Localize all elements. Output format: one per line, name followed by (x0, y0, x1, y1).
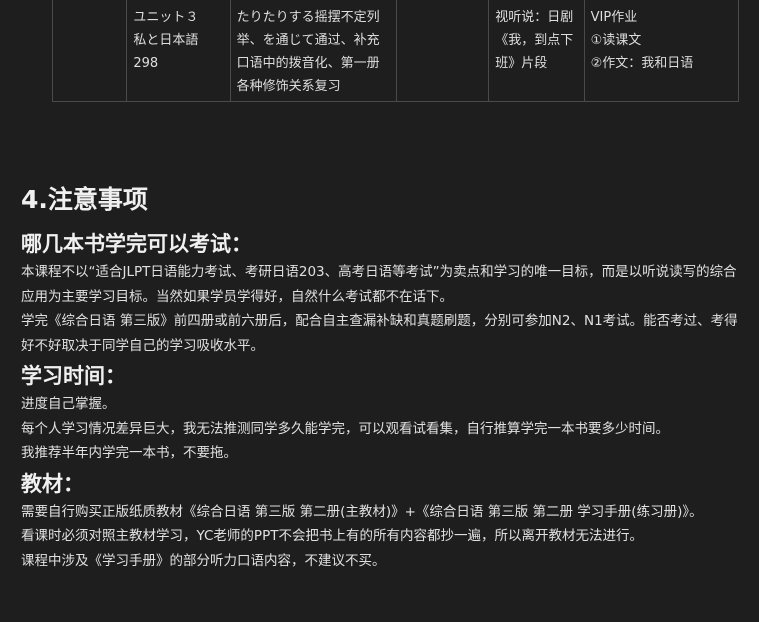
schedule-table: ユニット３ 私と日本語 298 たりたりする摇摆不定列举、を通じて通过、补充口语… (51, 0, 740, 102)
paragraph: 本课程不以“适合JLPT日语能力考试、考研日语203、高考日语等考试”为卖点和学… (21, 264, 737, 305)
materials-heading: 教材： (21, 471, 84, 496)
paragraph: 课程中涉及《学习手册》的部分听力口语内容，不建议不买。 (21, 552, 386, 569)
paragraph: 看课时必须对照主教材学习，YC老师的PPT不会把书上有的所有内容都抄一遍，所以离… (21, 528, 643, 544)
table-cell-empty (51, 0, 128, 102)
homework-line: VIP作业 (590, 10, 638, 25)
paragraph: 我推荐半年内学完一本书，不要拖。 (21, 445, 237, 461)
table-cell-homework: VIP作业 ①读课文 ②作文：我和日语 (583, 0, 740, 102)
table-cell-topics: たりたりする摇摆不定列举、を通じて通过、补充口语中的拨音化、第一册各种修饰关系复… (229, 0, 398, 102)
paragraph: 每个人学习情况差异巨大，我无法推测同学多久能学完，可以观看试看集，自行推算学完一… (21, 420, 669, 437)
time-heading: 学习时间： (21, 364, 126, 388)
exam-heading: 哪几本书学完可以考试： (21, 232, 252, 256)
homework-line: ②作文：我和日语 (590, 56, 694, 71)
table-row: ユニット３ 私と日本語 298 たりたりする摇摆不定列举、を通じて通过、补充口语… (51, 0, 740, 102)
table-cell-listening: 视听说：日剧《我，到点下班》片段 (488, 0, 585, 102)
paragraph: 学完《综合日语 第三版》前四册或前六册后，配合自主查漏补缺和真题刷题，分别可参加… (21, 313, 738, 354)
paragraph: 进度自己掌握。 (21, 396, 116, 412)
homework-line: ①读课文 (590, 33, 642, 48)
notes-section: 4.注意事项 哪几本书学完可以考试： 本课程不以“适合JLPT日语能力考试、考研… (21, 182, 743, 573)
paragraph: 需要自行购买正版纸质教材《综合日语 第三版 第二册(主教材)》+《综合日语 第三… (21, 503, 703, 520)
section-heading: 4.注意事项 (21, 185, 148, 214)
table-cell-empty (396, 0, 490, 102)
table-cell-lesson: ユニット３ 私と日本語 298 (126, 0, 231, 102)
